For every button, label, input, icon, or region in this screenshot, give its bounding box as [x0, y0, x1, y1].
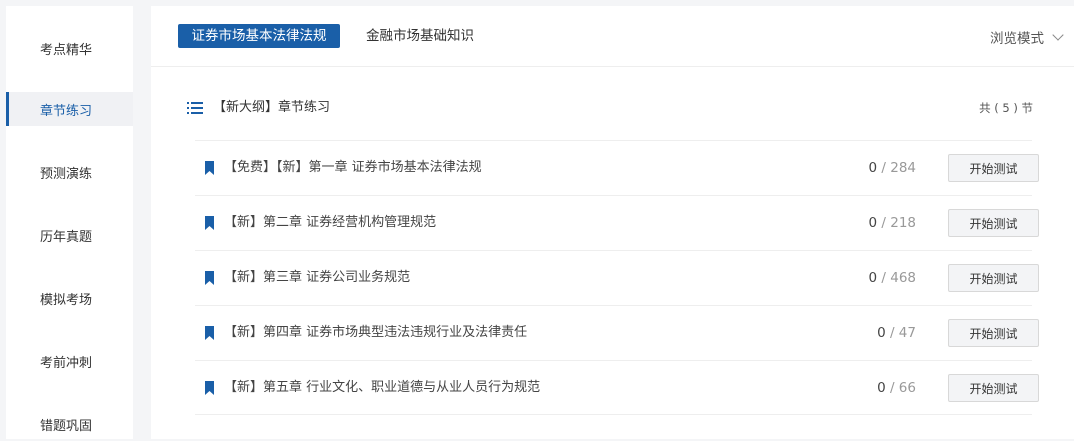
chapter-progress: 0 / 284 [869, 158, 917, 178]
start-test-button[interactable]: 开始测试 [948, 319, 1039, 347]
view-mode-label: 浏览模式 [990, 31, 1044, 47]
sidebar-item-label: 预测演练 [40, 166, 93, 182]
chapter-progress: 0 / 468 [869, 268, 917, 288]
sidebar: 考点精华 章节练习 预测演练 历年真题 模拟考场 考前冲刺 错题巩固 [6, 6, 133, 439]
tab-securities-law[interactable]: 证券市场基本法律法规 [178, 24, 340, 48]
list-item: 【新】第三章 证券公司业务规范 0 / 468 开始测试 [195, 250, 1039, 305]
bookmark-icon [205, 161, 214, 175]
sidebar-item-label: 考点精华 [40, 42, 93, 58]
progress-done: 0 [868, 215, 878, 231]
main-panel: 证券市场基本法律法规 金融市场基础知识 浏览模式 【新大纲】章节练习 共 ( 5… [151, 6, 1074, 439]
chapter-title[interactable]: 【新】第三章 证券公司业务规范 [224, 268, 410, 288]
sidebar-item-final-sprint[interactable]: 考前冲刺 [6, 344, 133, 378]
progress-total: / 66 [889, 380, 916, 396]
section-count: 共 ( 5 ) 节 [979, 101, 1033, 115]
bookmark-icon [205, 216, 214, 230]
chapter-title[interactable]: 【新】第二章 证券经营机构管理规范 [224, 213, 436, 233]
chapter-progress: 0 / 218 [869, 213, 917, 233]
chapter-progress: 0 / 66 [877, 378, 916, 398]
sidebar-item-chapter-practice[interactable]: 章节练习 [6, 92, 133, 126]
chapter-title[interactable]: 【免费】【新】第一章 证券市场基本法律法规 [224, 158, 482, 178]
start-test-button[interactable]: 开始测试 [948, 154, 1039, 182]
list-item: 【新】第四章 证券市场典型违法违规行业及法律责任 0 / 47 开始测试 [195, 305, 1039, 360]
chapter-list: 【免费】【新】第一章 证券市场基本法律法规 0 / 284 开始测试 【新】第二… [195, 140, 1039, 415]
tab-financial-market-basics[interactable]: 金融市场基础知识 [366, 24, 474, 48]
sidebar-item-label: 错题巩固 [40, 418, 93, 434]
progress-done: 0 [877, 380, 886, 396]
sidebar-item-label: 模拟考场 [40, 292, 93, 308]
start-test-button[interactable]: 开始测试 [948, 264, 1039, 292]
progress-total: / 218 [881, 215, 916, 231]
chevron-down-icon [1052, 29, 1064, 41]
start-test-button[interactable]: 开始测试 [948, 374, 1039, 402]
sidebar-item-mock-exam[interactable]: 模拟考场 [6, 281, 133, 315]
list-item: 【免费】【新】第一章 证券市场基本法律法规 0 / 284 开始测试 [195, 140, 1039, 195]
progress-total: / 47 [889, 325, 916, 341]
sidebar-item-label: 章节练习 [40, 103, 93, 119]
view-mode-dropdown[interactable]: 浏览模式 [990, 26, 1064, 48]
progress-total: / 468 [881, 270, 916, 286]
sidebar-item-wrong-questions[interactable]: 错题巩固 [6, 407, 133, 441]
chapter-progress: 0 / 47 [877, 323, 916, 343]
section-title: 【新大纲】章节练习 [213, 100, 331, 115]
bookmark-icon [205, 271, 214, 285]
chapter-title[interactable]: 【新】第四章 证券市场典型违法违规行业及法律责任 [224, 323, 527, 343]
list-icon [187, 102, 203, 114]
bookmark-icon [205, 381, 214, 395]
list-item: 【新】第二章 证券经营机构管理规范 0 / 218 开始测试 [195, 195, 1039, 250]
bookmark-icon [205, 326, 214, 340]
progress-done: 0 [868, 160, 878, 176]
sidebar-item-prediction-drill[interactable]: 预测演练 [6, 155, 133, 189]
sidebar-item-key-points[interactable]: 考点精华 [6, 31, 133, 65]
progress-done: 0 [877, 325, 886, 341]
chapter-title[interactable]: 【新】第五章 行业文化、职业道德与从业人员行为规范 [224, 378, 540, 398]
list-item: 【新】第五章 行业文化、职业道德与从业人员行为规范 0 / 66 开始测试 [195, 360, 1039, 415]
section-header: 【新大纲】章节练习 共 ( 5 ) 节 [187, 98, 1038, 120]
start-test-button[interactable]: 开始测试 [948, 209, 1039, 237]
sidebar-item-label: 历年真题 [40, 229, 93, 245]
progress-total: / 284 [881, 160, 916, 176]
progress-done: 0 [868, 270, 878, 286]
sidebar-item-label: 考前冲刺 [40, 355, 93, 371]
sidebar-item-past-exams[interactable]: 历年真题 [6, 218, 133, 252]
subject-tab-bar: 证券市场基本法律法规 金融市场基础知识 浏览模式 [151, 6, 1074, 67]
